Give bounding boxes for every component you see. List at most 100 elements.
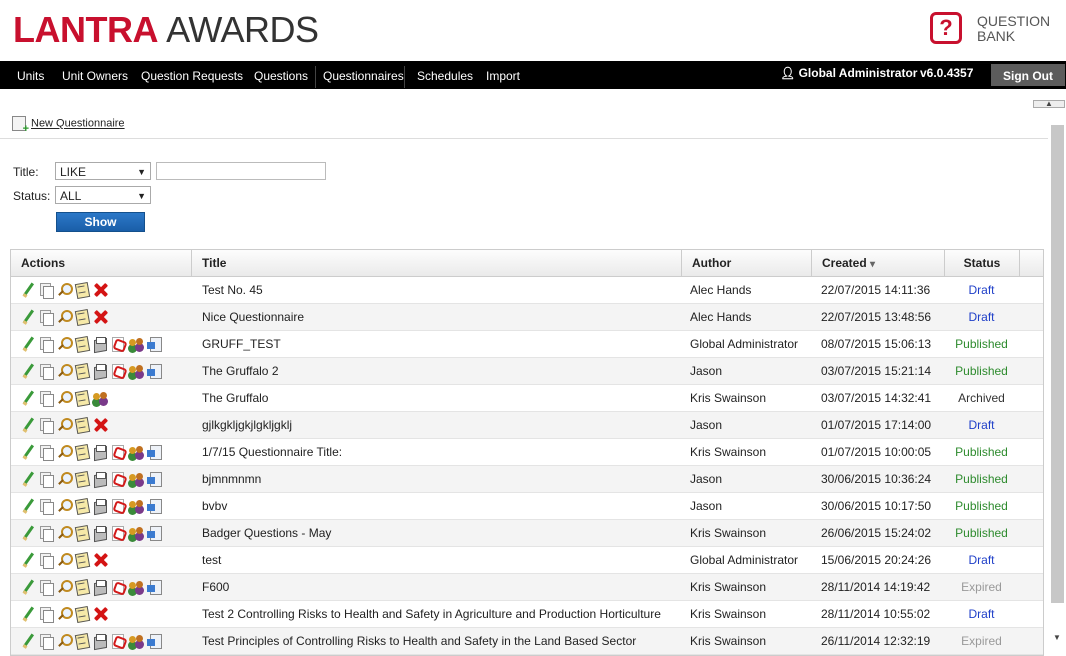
view-icon[interactable]	[56, 633, 73, 649]
nav-questions[interactable]: Questions	[254, 61, 308, 89]
notes-icon[interactable]	[74, 579, 90, 595]
edit-icon[interactable]	[20, 363, 36, 379]
notes-icon[interactable]	[74, 525, 90, 541]
pdf-icon[interactable]	[110, 498, 126, 514]
view-icon[interactable]	[56, 336, 73, 352]
print-icon[interactable]	[92, 579, 108, 595]
export-icon[interactable]	[146, 336, 162, 352]
users-icon[interactable]	[128, 498, 144, 514]
copy-icon[interactable]	[38, 336, 54, 353]
notes-icon[interactable]	[74, 471, 90, 487]
view-icon[interactable]	[56, 498, 73, 514]
edit-icon[interactable]	[20, 309, 36, 325]
export-icon[interactable]	[146, 363, 162, 379]
users-icon[interactable]	[128, 363, 144, 379]
users-icon[interactable]	[92, 390, 108, 406]
sign-out-button[interactable]: Sign Out	[991, 64, 1065, 86]
copy-icon[interactable]	[38, 525, 54, 542]
export-icon[interactable]	[146, 471, 162, 487]
edit-icon[interactable]	[20, 417, 36, 433]
new-questionnaire-link[interactable]: New Questionnaire	[12, 116, 125, 135]
edit-icon[interactable]	[20, 336, 36, 352]
view-icon[interactable]	[56, 579, 73, 595]
export-icon[interactable]	[146, 525, 162, 541]
view-icon[interactable]	[56, 444, 73, 460]
nav-schedules[interactable]: Schedules	[417, 61, 473, 89]
copy-icon[interactable]	[38, 309, 54, 326]
pdf-icon[interactable]	[110, 471, 126, 487]
copy-icon[interactable]	[38, 498, 54, 515]
print-icon[interactable]	[92, 633, 108, 649]
print-icon[interactable]	[92, 525, 108, 541]
delete-icon[interactable]	[92, 309, 108, 325]
pdf-icon[interactable]	[110, 579, 126, 595]
delete-icon[interactable]	[92, 417, 108, 433]
users-icon[interactable]	[128, 633, 144, 649]
status-select[interactable]: ALL ▼	[55, 186, 151, 204]
pdf-icon[interactable]	[110, 633, 126, 649]
edit-icon[interactable]	[20, 633, 36, 649]
view-icon[interactable]	[56, 363, 73, 379]
view-icon[interactable]	[56, 417, 73, 433]
copy-icon[interactable]	[38, 471, 54, 488]
notes-icon[interactable]	[74, 390, 90, 406]
column-header-title[interactable]: Title	[191, 250, 681, 276]
edit-icon[interactable]	[20, 498, 36, 514]
pdf-icon[interactable]	[110, 444, 126, 460]
view-icon[interactable]	[56, 390, 73, 406]
edit-icon[interactable]	[20, 444, 36, 460]
notes-icon[interactable]	[74, 336, 90, 352]
notes-icon[interactable]	[74, 552, 90, 568]
edit-icon[interactable]	[20, 606, 36, 622]
view-icon[interactable]	[56, 309, 73, 325]
print-icon[interactable]	[92, 444, 108, 460]
title-filter-input[interactable]	[156, 162, 326, 180]
export-icon[interactable]	[146, 579, 162, 595]
notes-icon[interactable]	[74, 417, 90, 433]
edit-icon[interactable]	[20, 390, 36, 406]
copy-icon[interactable]	[38, 579, 54, 596]
nav-unit-owners[interactable]: Unit Owners	[62, 61, 128, 89]
notes-icon[interactable]	[74, 633, 90, 649]
copy-icon[interactable]	[38, 417, 54, 434]
users-icon[interactable]	[128, 579, 144, 595]
edit-icon[interactable]	[20, 552, 36, 568]
view-icon[interactable]	[56, 282, 73, 298]
view-icon[interactable]	[56, 525, 73, 541]
view-icon[interactable]	[56, 606, 73, 622]
copy-icon[interactable]	[38, 444, 54, 461]
nav-units[interactable]: Units	[17, 61, 44, 89]
nav-question-requests[interactable]: Question Requests	[141, 61, 243, 89]
notes-icon[interactable]	[74, 444, 90, 460]
copy-icon[interactable]	[38, 390, 54, 407]
edit-icon[interactable]	[20, 471, 36, 487]
delete-icon[interactable]	[92, 552, 108, 568]
title-operator-select[interactable]: LIKE ▼	[55, 162, 151, 180]
users-icon[interactable]	[128, 336, 144, 352]
page-scrollbar[interactable]: ▲ ▼	[1033, 100, 1065, 650]
pdf-icon[interactable]	[110, 336, 126, 352]
notes-icon[interactable]	[74, 363, 90, 379]
scroll-thumb[interactable]	[1051, 125, 1064, 603]
edit-icon[interactable]	[20, 579, 36, 595]
column-header-author[interactable]: Author	[681, 250, 811, 276]
copy-icon[interactable]	[38, 363, 54, 380]
show-button[interactable]: Show	[56, 212, 145, 232]
nav-questionnaires[interactable]: Questionnaires	[323, 61, 404, 89]
print-icon[interactable]	[92, 471, 108, 487]
pdf-icon[interactable]	[110, 525, 126, 541]
export-icon[interactable]	[146, 633, 162, 649]
notes-icon[interactable]	[74, 498, 90, 514]
column-header-created[interactable]: Created ▾	[811, 250, 944, 276]
print-icon[interactable]	[92, 336, 108, 352]
notes-icon[interactable]	[74, 282, 90, 298]
pdf-icon[interactable]	[110, 363, 126, 379]
users-icon[interactable]	[128, 444, 144, 460]
export-icon[interactable]	[146, 444, 162, 460]
copy-icon[interactable]	[38, 606, 54, 623]
scroll-up-arrow-icon[interactable]: ▲	[1033, 100, 1065, 108]
delete-icon[interactable]	[92, 606, 108, 622]
copy-icon[interactable]	[38, 552, 54, 569]
scroll-down-arrow-icon[interactable]: ▼	[1051, 633, 1063, 645]
copy-icon[interactable]	[38, 633, 54, 650]
